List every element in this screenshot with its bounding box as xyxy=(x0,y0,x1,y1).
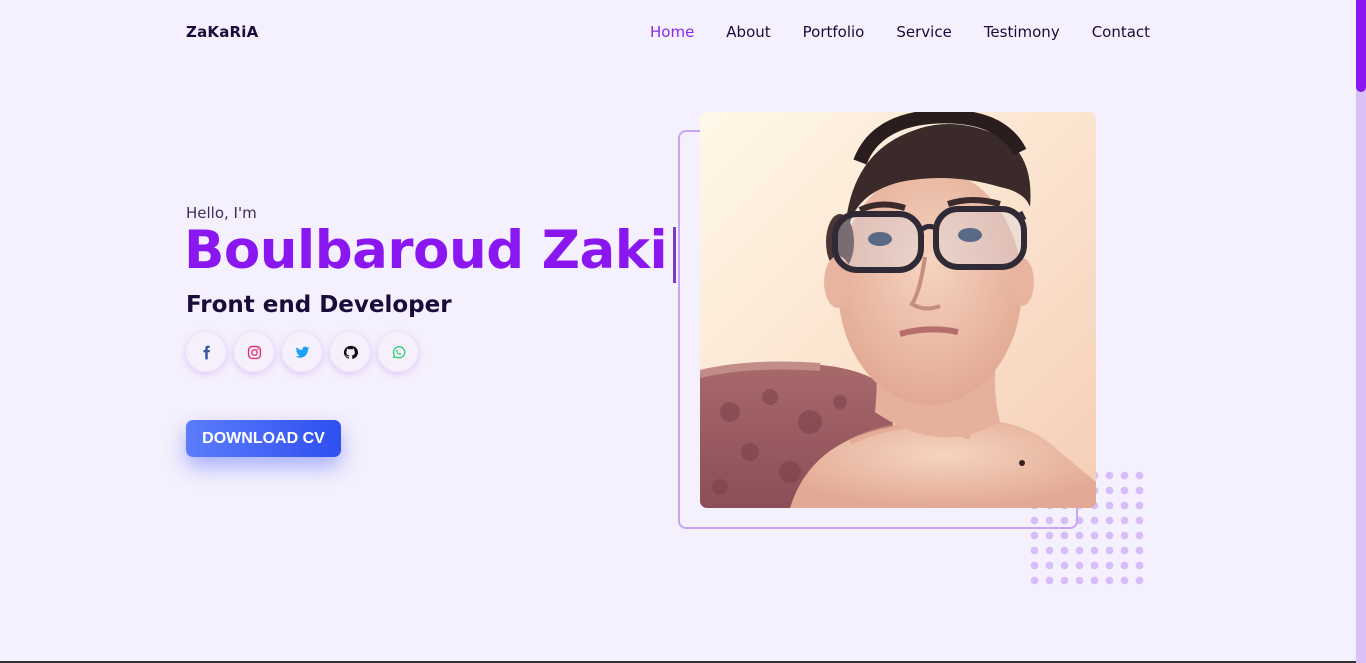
page: ZaKaRiA Home About Portfolio Service Tes… xyxy=(0,0,1356,663)
typing-cursor xyxy=(673,227,676,283)
twitter-icon xyxy=(295,346,309,358)
download-cv-button[interactable]: DOWNLOAD CV xyxy=(186,420,341,457)
instagram-link[interactable] xyxy=(234,332,274,372)
nav-contact[interactable]: Contact xyxy=(1082,23,1160,41)
nav-about[interactable]: About xyxy=(716,23,780,41)
social-links xyxy=(186,332,426,372)
nav-home[interactable]: Home xyxy=(640,23,704,41)
site-logo[interactable]: ZaKaRiA xyxy=(186,23,258,41)
whatsapp-link[interactable] xyxy=(378,332,418,372)
instagram-icon xyxy=(247,345,261,359)
scrollbar-track[interactable] xyxy=(1356,0,1366,663)
hero-name: Boulbaroud Zaki xyxy=(184,220,668,281)
nav-portfolio[interactable]: Portfolio xyxy=(793,23,875,41)
hero-role: Front end Developer xyxy=(186,292,452,318)
profile-photo xyxy=(700,112,1096,508)
scrollbar-thumb[interactable] xyxy=(1356,0,1366,92)
github-link[interactable] xyxy=(330,332,370,372)
twitter-link[interactable] xyxy=(282,332,322,372)
facebook-icon xyxy=(202,345,210,359)
nav-testimony[interactable]: Testimony xyxy=(974,23,1070,41)
github-icon xyxy=(343,345,358,359)
whatsapp-icon xyxy=(392,345,405,358)
nav-service[interactable]: Service xyxy=(886,23,961,41)
main-nav: Home About Portfolio Service Testimony C… xyxy=(640,23,1160,41)
facebook-link[interactable] xyxy=(186,332,226,372)
